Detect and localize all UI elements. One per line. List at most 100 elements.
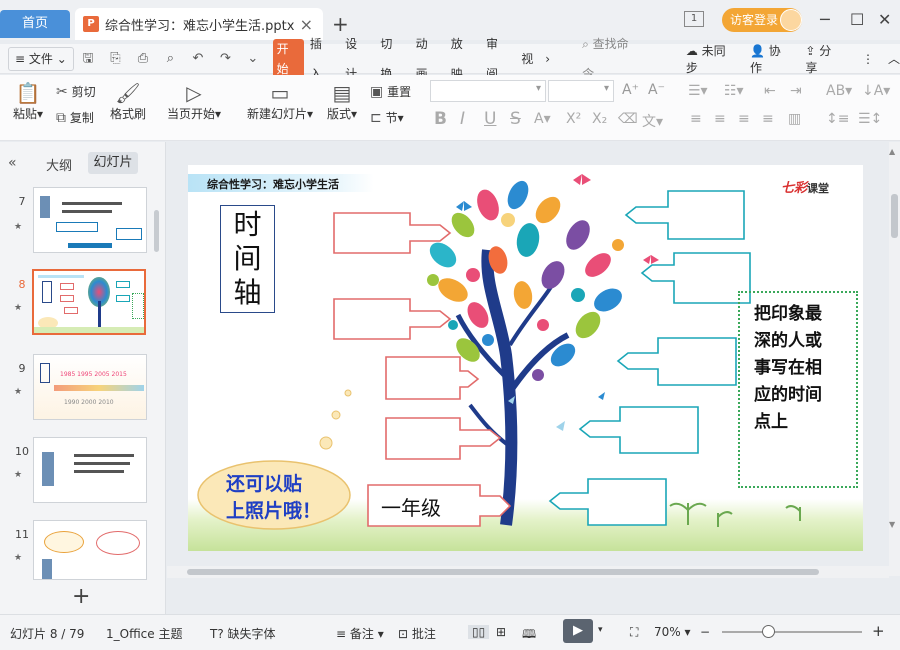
more-tabs-icon[interactable]: › — [539, 44, 556, 74]
justify-icon[interactable]: ≡ — [762, 111, 774, 127]
slide-thumbnail-10[interactable] — [33, 437, 147, 503]
align-right-icon[interactable]: ≡ — [738, 111, 750, 127]
copy-button[interactable]: ⧉ 复制 — [56, 109, 94, 126]
reset-button[interactable]: ▣ 重置 — [370, 83, 411, 100]
share-button[interactable]: ⇪ 分享 — [805, 42, 842, 76]
comment-icon: ⊡ — [398, 627, 409, 641]
missing-font-button[interactable]: T? 缺失字体 — [210, 625, 276, 642]
zoom-level[interactable]: 70% ▾ — [654, 625, 691, 639]
subscript-icon[interactable]: X₂ — [592, 111, 607, 127]
play-slideshow-button[interactable]: ▶ — [563, 619, 593, 643]
file-menu[interactable]: ≡ 文件 ⌄ — [8, 46, 75, 71]
format-painter-button[interactable]: 🖌 格式刷 — [108, 81, 148, 122]
slide-thumbnail-7[interactable] — [33, 187, 147, 253]
close-window-icon[interactable]: ✕ — [878, 10, 891, 29]
play-circle-icon: ▷ — [186, 81, 202, 105]
clear-format-icon[interactable]: ⌫ — [618, 111, 638, 127]
zoom-in-icon[interactable]: + — [872, 622, 885, 640]
slide-thumbnail-8[interactable] — [32, 269, 146, 335]
redo-icon[interactable]: ↷ — [218, 51, 233, 67]
section-icon: ⊏ — [370, 110, 382, 126]
vertical-scrollbar[interactable] — [889, 142, 900, 576]
print-icon[interactable]: ⎙ — [135, 51, 150, 67]
strikethrough-button[interactable]: S — [510, 109, 521, 129]
print-preview-icon[interactable]: ⌕ — [163, 51, 178, 67]
slides-panel-scrollbar[interactable] — [154, 210, 159, 252]
slide-number: 9 — [18, 362, 26, 375]
phonetic-icon[interactable]: 文▾ — [642, 111, 663, 131]
align-left-icon[interactable]: ≡ — [690, 111, 702, 127]
comments-button[interactable]: ⊡ 批注 — [398, 625, 436, 642]
zoom-slider-handle[interactable] — [762, 625, 775, 638]
tab-home[interactable]: 首页 — [0, 10, 70, 38]
notes-button[interactable]: ≡ 备注 ▾ — [336, 625, 384, 642]
indent-icon[interactable]: ⇥ — [790, 83, 802, 99]
zoom-slider-track[interactable] — [722, 631, 862, 633]
more-options-icon[interactable]: ⋮ — [862, 52, 874, 66]
paragraph-spacing-icon[interactable]: ☰↕ — [858, 111, 882, 127]
window-count-badge[interactable]: 1 — [684, 11, 704, 27]
zoom-out-icon[interactable]: − — [700, 625, 710, 639]
customize-icon[interactable]: ⌄ — [245, 51, 260, 67]
play-from-current-button[interactable]: ▷ 当页开始▾ — [164, 81, 224, 122]
sync-status[interactable]: ☁ 未同步 — [686, 42, 736, 76]
slide-thumbnail-9[interactable]: 1985 1995 2005 2015 1990 2000 2010 — [33, 354, 147, 420]
slide-8[interactable]: 综合性学习：难忘小学生活 七彩课堂 时 间 轴 一年级 还可以贴 上照片哦！ 把… — [188, 165, 863, 551]
minimize-icon[interactable]: ─ — [820, 10, 830, 29]
avatar[interactable] — [780, 9, 802, 31]
italic-button[interactable]: I — [460, 109, 465, 129]
cloud-line: 上照片哦！ — [226, 500, 322, 522]
new-slide-icon: ▭ — [270, 81, 290, 105]
star-icon: ★ — [14, 303, 23, 313]
distribute-icon[interactable]: ▥ — [788, 111, 801, 127]
tab-outline[interactable]: 大纲 — [46, 155, 72, 174]
scroll-up-icon[interactable]: ▲ — [889, 147, 895, 156]
section-button[interactable]: ⊏ 节▾ — [370, 109, 404, 126]
line-spacing-icon[interactable]: ↕≡ — [826, 111, 849, 127]
horizontal-scrollbar[interactable] — [167, 566, 889, 578]
scroll-down-icon[interactable]: ▼ — [889, 520, 895, 529]
cut-button[interactable]: ✂ 剪切 — [56, 83, 96, 100]
font-color-icon[interactable]: A▾ — [534, 111, 551, 127]
decrease-font-icon[interactable]: A⁻ — [648, 82, 665, 98]
collaborate-button[interactable]: 👤 协作 — [750, 42, 791, 76]
bold-button[interactable]: B — [434, 109, 447, 129]
tab-view[interactable]: 视 — [515, 44, 539, 74]
align-center-icon[interactable]: ≡ — [714, 111, 726, 127]
slide-thumbnail-11[interactable] — [33, 520, 147, 580]
paste-button[interactable]: 📋 粘贴▾ — [10, 81, 46, 122]
instruction-line: 点上 — [754, 412, 788, 432]
underline-button[interactable]: U — [484, 109, 496, 129]
tab-document[interactable]: P 综合性学习：难忘小学生活.pptx × — [75, 8, 323, 40]
tab-slides[interactable]: 幻灯片 — [88, 152, 138, 174]
sort-icon[interactable]: ↓A▾ — [862, 83, 890, 99]
reading-view-icon[interactable]: 🕮 — [522, 625, 536, 646]
numbering-icon[interactable]: ☷▾ — [724, 83, 744, 99]
missing-font-icon: T? — [210, 627, 224, 641]
normal-view-icon[interactable]: ▯▯ — [468, 625, 490, 639]
collapse-panel-icon[interactable]: « — [8, 155, 17, 171]
add-slide-button[interactable]: + — [72, 584, 90, 609]
increase-font-icon[interactable]: A⁺ — [622, 82, 639, 98]
instruction-line: 应的时间 — [754, 385, 822, 405]
new-slide-button[interactable]: ▭ 新建幻灯片▾ — [244, 81, 316, 122]
reset-icon: ▣ — [370, 84, 384, 100]
sorter-view-icon[interactable]: ⊞ — [496, 625, 506, 639]
theme-name[interactable]: 1_Office 主题 — [106, 625, 182, 642]
font-family-select[interactable]: ▾ — [430, 80, 546, 102]
outdent-icon[interactable]: ⇤ — [764, 83, 776, 99]
text-direction-icon[interactable]: AB▾ — [826, 83, 852, 99]
save-icon[interactable]: 🖫 — [80, 51, 95, 67]
undo-icon[interactable]: ↶ — [190, 51, 205, 67]
font-size-select[interactable]: ▾ — [548, 80, 614, 102]
bullets-icon[interactable]: ☰▾ — [688, 83, 708, 99]
superscript-icon[interactable]: X² — [566, 111, 581, 127]
collapse-ribbon-icon[interactable]: ︿ — [888, 50, 900, 67]
star-icon: ★ — [14, 387, 23, 397]
export-icon[interactable]: ⎘ — [108, 51, 123, 67]
fit-window-icon[interactable]: ⛶ — [630, 625, 638, 640]
layout-button[interactable]: ▤ 版式▾ — [324, 81, 360, 122]
tab-start[interactable]: 开始 — [272, 38, 304, 79]
play-options-icon[interactable]: ▾ — [598, 625, 603, 635]
maximize-icon[interactable]: ☐ — [850, 10, 864, 29]
